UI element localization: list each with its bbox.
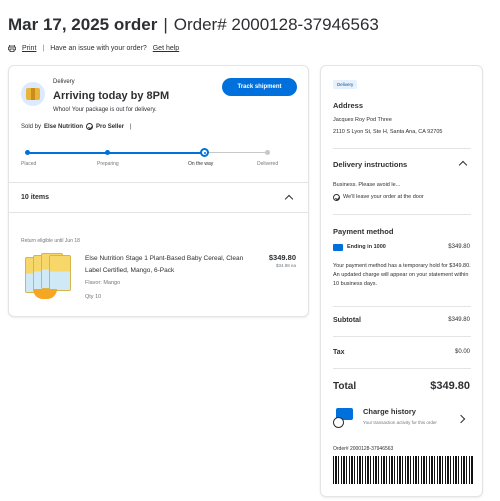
fulfillment-badge: Delivery	[333, 80, 358, 89]
subtotal-label: Subtotal	[333, 317, 361, 324]
charge-history-icon	[333, 408, 355, 428]
progress-dot-preparing	[105, 150, 110, 155]
subnav: Print | Have an issue with your order? G…	[8, 45, 179, 52]
barcode-order-number: Order# 2000128-37946563	[333, 446, 394, 452]
credit-card-icon	[333, 244, 343, 251]
subtotal-value: $349.80	[448, 317, 470, 323]
delivery-message: Whoo! Your package is out for delivery.	[53, 107, 157, 113]
section-divider	[9, 212, 308, 213]
delivery-status-title: Arriving today by 8PM	[53, 90, 170, 102]
issue-text: Have an issue with your order?	[50, 45, 147, 52]
order-summary-card: Delivery Address Jacques Roy Pod Three 2…	[320, 65, 483, 497]
step-label-delivered: Delivered	[257, 161, 279, 167]
delivery-instructions-heading: Delivery instructions	[333, 160, 408, 169]
address-name: Jacques Roy Pod Three	[333, 117, 392, 123]
return-eligibility: Return eligible until Jun 18	[21, 238, 80, 244]
chevron-right-icon[interactable]	[456, 414, 466, 424]
section-divider	[333, 214, 471, 215]
step-label-preparing: Preparing	[97, 161, 119, 167]
payment-heading: Payment method	[333, 227, 394, 236]
address-heading: Address	[333, 101, 364, 110]
charge-history-link[interactable]: Charge history	[363, 407, 416, 416]
progress-dot-placed	[25, 150, 30, 155]
package-icon	[21, 82, 45, 106]
tax-value: $0.00	[454, 349, 470, 355]
order-number: Order# 2000128-37946563	[173, 15, 379, 34]
tax-label: Tax	[333, 349, 345, 356]
sold-by-separator: |	[130, 123, 132, 130]
card-amount: $349.80	[448, 244, 470, 250]
leave-at-door-check-icon	[333, 194, 340, 201]
section-divider	[9, 182, 308, 183]
leave-at-door-text: We'll leave your order at the door	[343, 194, 424, 200]
seller-name-link[interactable]: Else Nutrition	[44, 124, 83, 130]
section-divider	[333, 368, 471, 369]
charge-history-subtitle: Your transaction activity for this order	[363, 420, 437, 425]
collapse-instructions-chevron-icon[interactable]	[458, 160, 468, 170]
sold-by-prefix: Sold by	[21, 123, 42, 130]
pro-seller-badge[interactable]: Pro Seller	[96, 124, 124, 130]
step-label-placed: Placed	[21, 161, 37, 167]
title-separator: |	[163, 15, 168, 34]
order-date-title: Mar 17, 2025 order	[8, 15, 158, 34]
product-qty: Qty 10	[85, 294, 102, 300]
address-line: 2110 S Lyon St, Ste H, Santa Ana, CA 927…	[333, 129, 443, 135]
product-price: $349.80	[268, 253, 296, 262]
get-help-link[interactable]: Get help	[153, 45, 179, 52]
items-count: 10 items	[21, 194, 50, 201]
total-value: $349.80	[430, 380, 470, 392]
page-title: Mar 17, 2025 order | Order# 2000128-379465…	[8, 15, 379, 35]
sold-by-row: Sold by Else Nutrition Pro Seller |	[21, 123, 132, 130]
product-flavor: Flavor: Mango	[85, 280, 121, 286]
payment-note: Your payment method has a temporary hold…	[333, 263, 471, 287]
order-details-card: Delivery Arriving today by 8PM Whoo! You…	[8, 65, 309, 317]
step-label-on-the-way: On the way	[188, 161, 214, 167]
printer-icon	[8, 45, 16, 52]
delivery-label: Delivery	[53, 79, 75, 85]
product-name-link[interactable]: Else Nutrition Stage 1 Plant-Based Baby …	[85, 253, 255, 277]
track-shipment-button[interactable]: Track shipment	[222, 78, 297, 96]
order-barcode	[333, 456, 473, 484]
subnav-separator: |	[42, 45, 45, 52]
product-unit-price: $34.98 ea	[275, 263, 296, 268]
section-divider	[333, 148, 471, 149]
progress-dot-delivered	[265, 150, 270, 155]
product-image[interactable]	[21, 253, 77, 305]
progress-dot-current	[200, 148, 209, 157]
instructions-text: Business. Please avoid le...	[333, 182, 401, 188]
pro-seller-check-icon	[86, 123, 94, 130]
progress-fill	[27, 151, 207, 154]
card-ending: Ending in 1000	[347, 244, 386, 250]
collapse-items-chevron-icon[interactable]	[284, 194, 294, 204]
section-divider	[333, 306, 471, 307]
total-label: Total	[333, 381, 357, 392]
section-divider	[333, 336, 471, 337]
print-link[interactable]: Print	[22, 45, 36, 52]
